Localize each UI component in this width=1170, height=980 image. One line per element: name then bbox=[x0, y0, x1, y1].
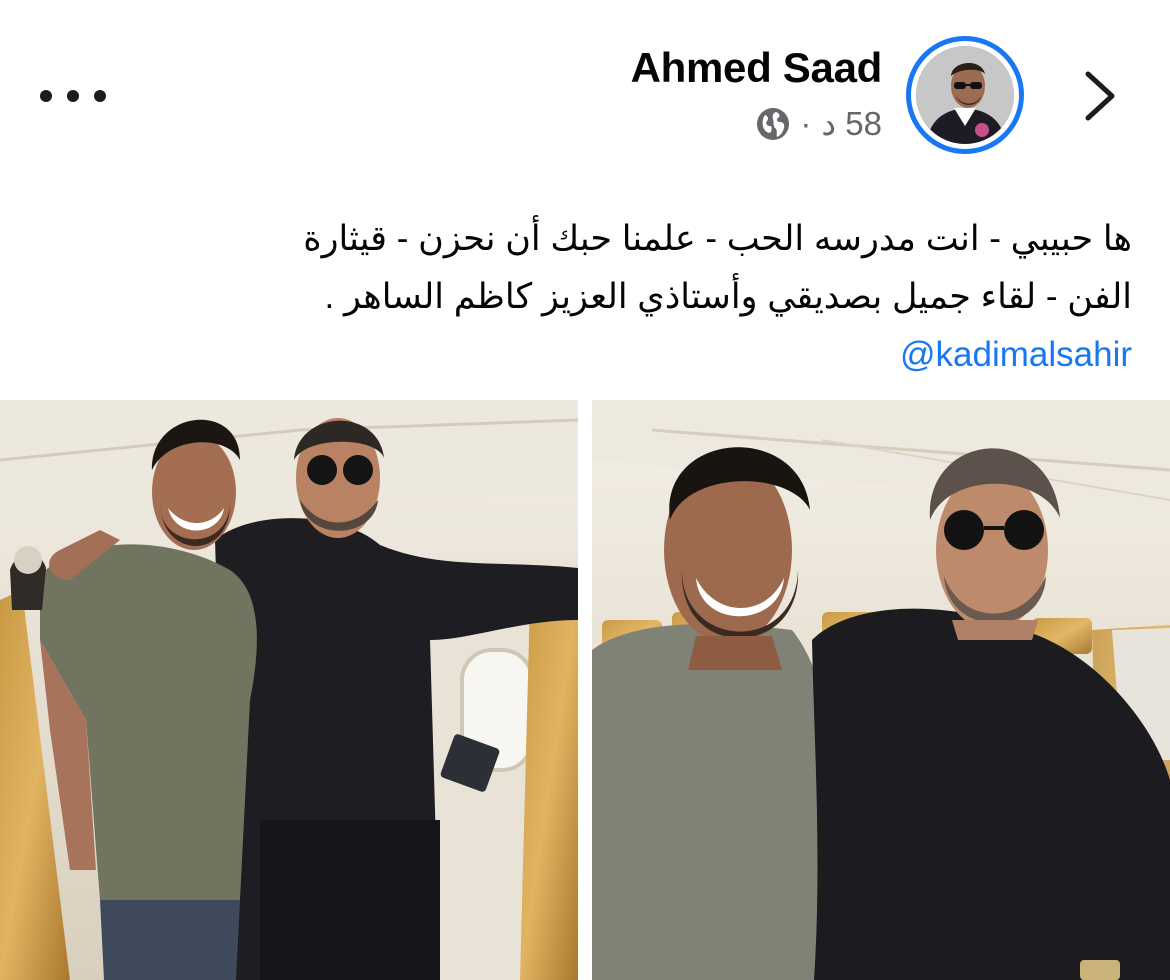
post-text: ها حبيبي - انت مدرسه الحب - علمنا حبك أن… bbox=[42, 210, 1132, 384]
avatar-image bbox=[916, 46, 1014, 144]
photo-right[interactable] bbox=[592, 400, 1170, 980]
more-options-icon[interactable] bbox=[40, 78, 106, 114]
post-text-line-2: الفن - لقاء جميل بصديقي وأستاذي العزيز ك… bbox=[324, 277, 1132, 316]
post-time[interactable]: 58 د bbox=[821, 104, 882, 143]
author-name[interactable]: Ahmed Saad bbox=[631, 44, 883, 92]
author-avatar[interactable] bbox=[906, 36, 1024, 154]
mention-link[interactable]: @kadimalsahir bbox=[42, 326, 1132, 384]
chevron-right-icon[interactable] bbox=[1078, 66, 1122, 126]
meta-separator: · bbox=[800, 104, 812, 142]
post-meta: · 58 د bbox=[756, 104, 882, 143]
photo-left[interactable] bbox=[0, 400, 578, 980]
post-text-line-1: ها حبيبي - انت مدرسه الحب - علمنا حبك أن… bbox=[303, 219, 1132, 258]
post-header: Ahmed Saad · 58 د bbox=[0, 0, 1170, 180]
globe-icon[interactable] bbox=[756, 107, 790, 141]
